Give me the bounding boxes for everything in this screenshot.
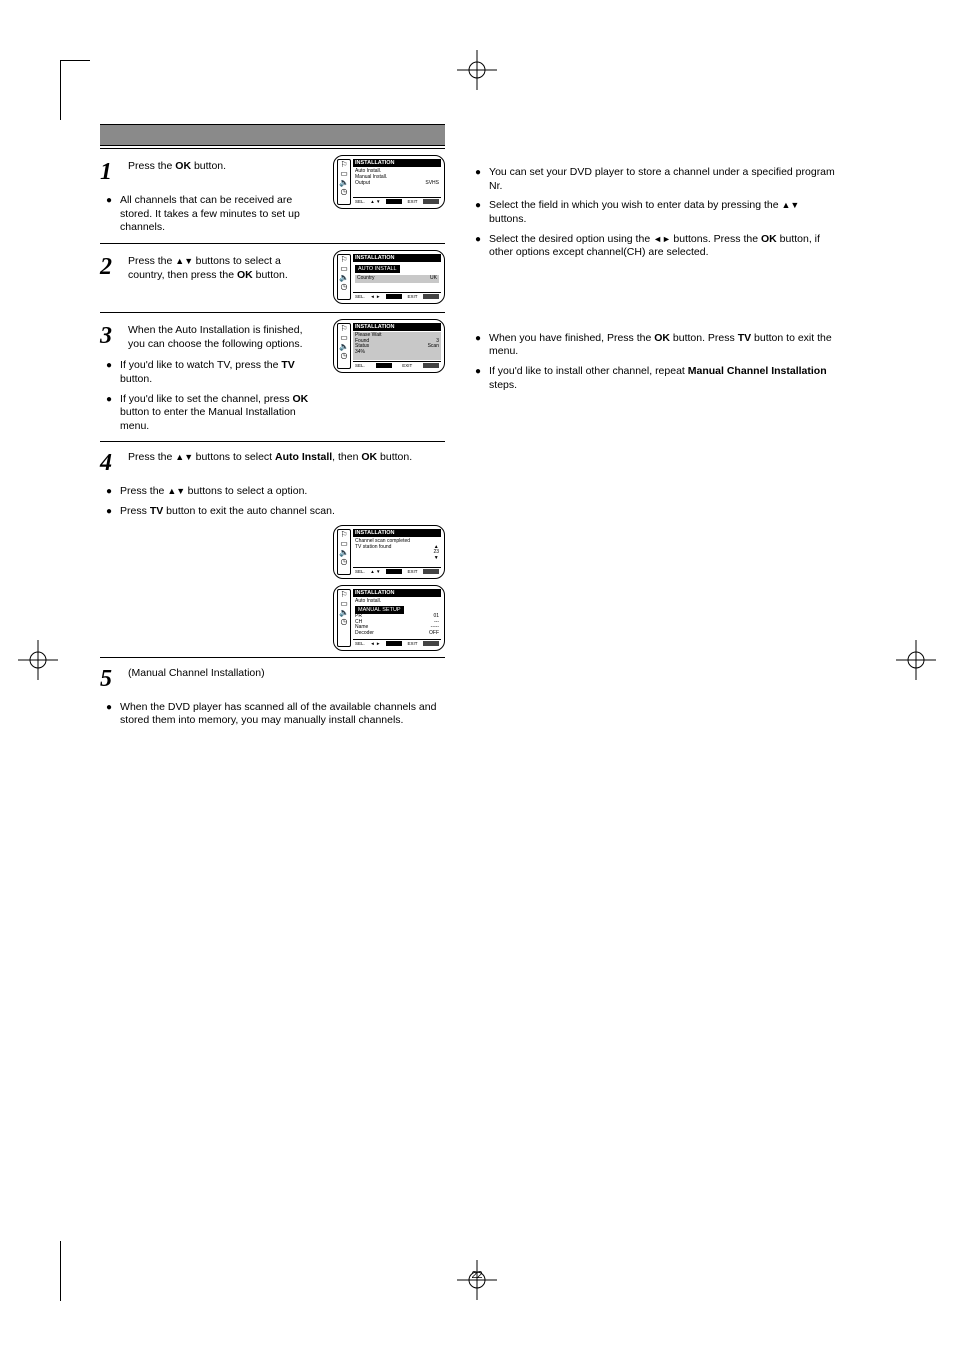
left-right-arrow-icon: ◄► [653, 234, 673, 244]
step-5-heading: (Manual Channel Installation) [128, 666, 445, 680]
step-number-5: 5 [100, 666, 120, 693]
step-number-1: 1 [100, 159, 120, 186]
osd3-title: INSTALLATION [353, 323, 441, 331]
tv-icon: ▭ [340, 540, 348, 548]
speaker-icon: 🔈 [339, 179, 349, 187]
bullet-icon: ● [106, 393, 112, 434]
step-number-3: 3 [100, 323, 120, 350]
step-3-text: When the Auto Installation is finished, … [128, 323, 319, 351]
right-bullet-1: You can set your DVD player to store a c… [489, 166, 839, 193]
step1-suffix: button. [194, 160, 226, 172]
step4-bullet1: Press the ▲▼ buttons to select a option. [120, 485, 445, 499]
step-1-row: 1 Press the OK button. ● All channels th… [100, 151, 445, 241]
step-1-text: Press the OK button. [128, 159, 319, 173]
step-2-row: 2 Press the ▲▼ buttons to select a count… [100, 246, 445, 310]
osd2-title: INSTALLATION [353, 254, 441, 262]
up-down-arrow-icon: ▲▼ [167, 486, 187, 496]
right-bullet-5: If you'd like to install other channel, … [489, 365, 839, 392]
tv-icon: ▭ [340, 334, 348, 342]
left-column: 1 Press the OK button. ● All channels th… [100, 120, 445, 734]
speaker-icon: 🔈 [339, 274, 349, 282]
bullet-icon: ● [475, 233, 481, 260]
step3-bullet2: If you'd like to set the channel, press … [120, 393, 319, 434]
antenna-icon: ⚐ [340, 591, 347, 599]
speaker-icon: 🔈 [339, 609, 349, 617]
step2-prefix: Press the [128, 255, 172, 267]
osd-screenshot-5: ⚐ ▭ 🔈 ◷ INSTALLATION Auto Install. MANUA… [333, 585, 445, 651]
step1-prefix: Press the [128, 160, 172, 172]
step5-bullet: When the DVD player has scanned all of t… [120, 701, 445, 728]
antenna-icon: ⚐ [340, 256, 347, 264]
antenna-icon: ⚐ [340, 161, 347, 169]
step1-bullet: All channels that can be received are st… [120, 194, 319, 235]
right-bullet-3: Select the desired option using the ◄► b… [489, 233, 839, 260]
bullet-icon: ● [106, 194, 112, 235]
clock-icon: ◷ [341, 188, 348, 196]
step2-button: OK [237, 269, 253, 281]
step-3-row: 3 When the Auto Installation is finished… [100, 315, 445, 440]
step-2-text: Press the ▲▼ buttons to select a country… [128, 254, 319, 282]
up-down-arrow-icon: ▲▼ [781, 200, 799, 210]
antenna-icon: ⚐ [340, 531, 347, 539]
clock-icon: ◷ [341, 283, 348, 291]
speaker-icon: 🔈 [339, 549, 349, 557]
bullet-icon: ● [475, 332, 481, 359]
right-column: ● You can set your DVD player to store a… [469, 120, 839, 734]
osd4-title: INSTALLATION [353, 529, 441, 537]
section-banner [100, 124, 445, 146]
step-number-2: 2 [100, 254, 120, 281]
step2-suffix: button. [256, 269, 288, 281]
osd1-title: INSTALLATION [353, 159, 441, 167]
right-bullet-2: Select the field in which you wish to en… [489, 199, 839, 226]
bullet-icon: ● [106, 485, 112, 499]
antenna-icon: ⚐ [340, 325, 347, 333]
tv-icon: ▭ [340, 265, 348, 273]
tv-icon: ▭ [340, 600, 348, 608]
speaker-icon: 🔈 [339, 343, 349, 351]
page-number: 22 [471, 1270, 482, 1281]
bullet-icon: ● [475, 199, 481, 226]
registration-mark-right [896, 640, 936, 680]
bullet-icon: ● [106, 701, 112, 728]
registration-mark-left [18, 640, 58, 680]
bullet-icon: ● [475, 365, 481, 392]
step-4-text: Press the ▲▼ buttons to select Auto Inst… [128, 450, 445, 464]
tv-icon: ▭ [340, 170, 348, 178]
step3-bullet1: If you'd like to watch TV, press the TV … [120, 359, 319, 386]
clock-icon: ◷ [341, 352, 348, 360]
step1-button: OK [175, 160, 191, 172]
step-number-4: 4 [100, 450, 120, 477]
bullet-icon: ● [106, 505, 112, 519]
osd-screenshot-1: ⚐ ▭ 🔈 ◷ INSTALLATION Auto Install. Manua… [333, 155, 445, 209]
step4-bullet2: Press TV button to exit the auto channel… [120, 505, 445, 519]
clock-icon: ◷ [341, 618, 348, 626]
bullet-icon: ● [475, 166, 481, 193]
osd5-title: INSTALLATION [353, 589, 441, 597]
osd-screenshot-2: ⚐ ▭ 🔈 ◷ INSTALLATION AUTO INSTALL Countr… [333, 250, 445, 304]
step-5-row: 5 (Manual Channel Installation) [100, 666, 445, 693]
osd-screenshot-3: ⚐ ▭ 🔈 ◷ INSTALLATION Please Wait Found3 [333, 319, 445, 373]
bullet-icon: ● [106, 359, 112, 386]
osd-screenshot-4: ⚐ ▭ 🔈 ◷ INSTALLATION Channel scan comple… [333, 525, 445, 579]
clock-icon: ◷ [341, 558, 348, 566]
up-down-arrow-icon: ▲▼ [175, 256, 195, 266]
right-bullet-4: When you have finished, Press the OK but… [489, 332, 839, 359]
up-down-arrow-icon: ▲▼ [175, 452, 195, 462]
step-4-row: 4 Press the ▲▼ buttons to select Auto In… [100, 450, 445, 477]
page-content: 1 Press the OK button. ● All channels th… [70, 60, 884, 1290]
